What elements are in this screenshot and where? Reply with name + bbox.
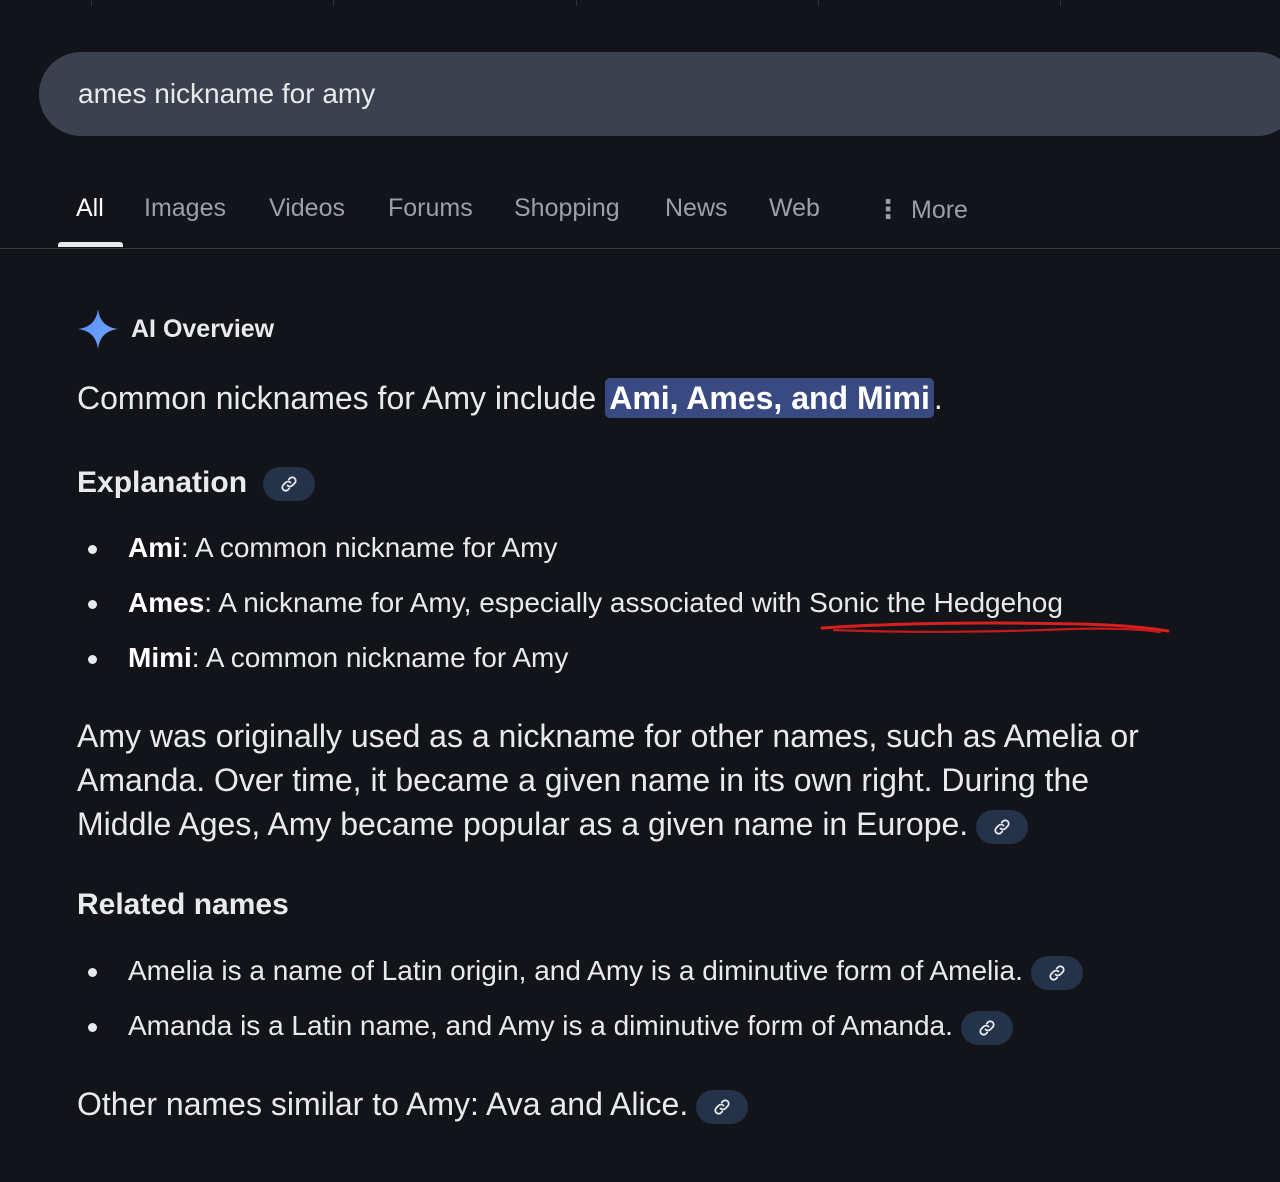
paragraph-line: Other names similar to Amy: Ava and Alic… (77, 1082, 1197, 1126)
summary-highlight: Ami, Ames, and Mimi (605, 378, 934, 418)
link-icon (979, 1020, 995, 1036)
tab-label: News (665, 194, 728, 222)
paragraph-line-text: Middle Ages, Amy became popular as a giv… (77, 806, 969, 842)
tab-all[interactable]: All (76, 190, 104, 223)
paragraph-line: Amy was originally used as a nickname fo… (77, 718, 1139, 754)
ai-overview-title: AI Overview (131, 314, 275, 343)
tab-label: Videos (269, 194, 345, 222)
search-results-page: All Images Videos Forums Shopping News W… (0, 0, 1280, 1182)
heading-text: Explanation (77, 466, 248, 499)
paragraph-line: Amanda. Over time, it became a given nam… (77, 762, 1090, 798)
related-names-heading: Related names (77, 888, 289, 921)
source-link-button[interactable] (976, 809, 1029, 844)
more-vert-icon: ⋮ (875, 194, 901, 224)
nickname: Ames (128, 587, 205, 618)
nickname-description: : A nickname for Amy, especially associa… (204, 587, 1063, 618)
link-icon (994, 818, 1010, 835)
source-link-button[interactable] (263, 467, 316, 502)
sparkle-icon (78, 309, 118, 349)
tab-label: Forums (388, 194, 473, 222)
summary-prefix: Common nicknames for Amy include (77, 380, 606, 416)
tab-more[interactable]: ⋮ More (875, 190, 968, 225)
active-tab-indicator (58, 242, 123, 247)
link-icon (714, 1098, 730, 1115)
link-icon (281, 476, 297, 492)
top-tab-strip (0, 0, 1280, 6)
link-icon (1049, 965, 1065, 981)
explanation-heading: Explanation (77, 466, 316, 502)
tab-news[interactable]: News (665, 190, 728, 223)
other-names-paragraph: Other names similar to Amy: Ava and Alic… (77, 1082, 1197, 1126)
search-input[interactable] (78, 78, 1178, 110)
summary-suffix: . (933, 380, 943, 416)
tab-label: Shopping (514, 194, 620, 222)
tab-label: All (76, 194, 104, 222)
paragraph-line: Middle Ages, Amy became popular as a giv… (77, 802, 1197, 846)
nickname: Mimi (128, 642, 192, 673)
explanation-list: Ami: A common nickname for Amy Ames: A n… (77, 532, 1063, 697)
red-annotation-underline (820, 621, 1170, 634)
history-paragraph: Amy was originally used as a nickname fo… (77, 714, 1197, 846)
tab-label: More (911, 196, 968, 224)
list-item: Ami: A common nickname for Amy (77, 532, 1063, 587)
tab-videos[interactable]: Videos (269, 190, 345, 223)
list-item: Mimi: A common nickname for Amy (77, 642, 1063, 697)
tab-images[interactable]: Images (144, 190, 226, 223)
list-item: Amanda is a Latin name, and Amy is a dim… (77, 1010, 1083, 1065)
tabs-divider (0, 248, 1280, 249)
tab-label: Images (144, 194, 226, 222)
source-link-button[interactable] (1030, 955, 1083, 990)
tab-web[interactable]: Web (769, 190, 820, 223)
nickname: Ami (128, 532, 181, 563)
nickname-description: : A common nickname for Amy (180, 532, 558, 563)
nickname-description: : A common nickname for Amy (191, 642, 569, 673)
related-names-list: Amelia is a name of Latin origin, and Am… (77, 955, 1083, 1065)
tab-shopping[interactable]: Shopping (514, 190, 620, 223)
ai-summary: Common nicknames for Amy include Ami, Am… (77, 378, 943, 418)
source-link-button[interactable] (696, 1089, 749, 1124)
ai-overview-header: AI Overview (77, 308, 274, 350)
related-name-text: Amelia is a name of Latin origin, and Am… (128, 955, 1023, 986)
search-bar[interactable] (39, 52, 1280, 136)
other-names-text: Other names similar to Amy: Ava and Alic… (77, 1086, 689, 1122)
list-item: Amelia is a name of Latin origin, and Am… (77, 955, 1083, 1010)
source-link-button[interactable] (960, 1010, 1013, 1045)
tab-forums[interactable]: Forums (388, 190, 473, 223)
related-name-text: Amanda is a Latin name, and Amy is a dim… (128, 1010, 953, 1041)
tab-label: Web (769, 194, 820, 222)
